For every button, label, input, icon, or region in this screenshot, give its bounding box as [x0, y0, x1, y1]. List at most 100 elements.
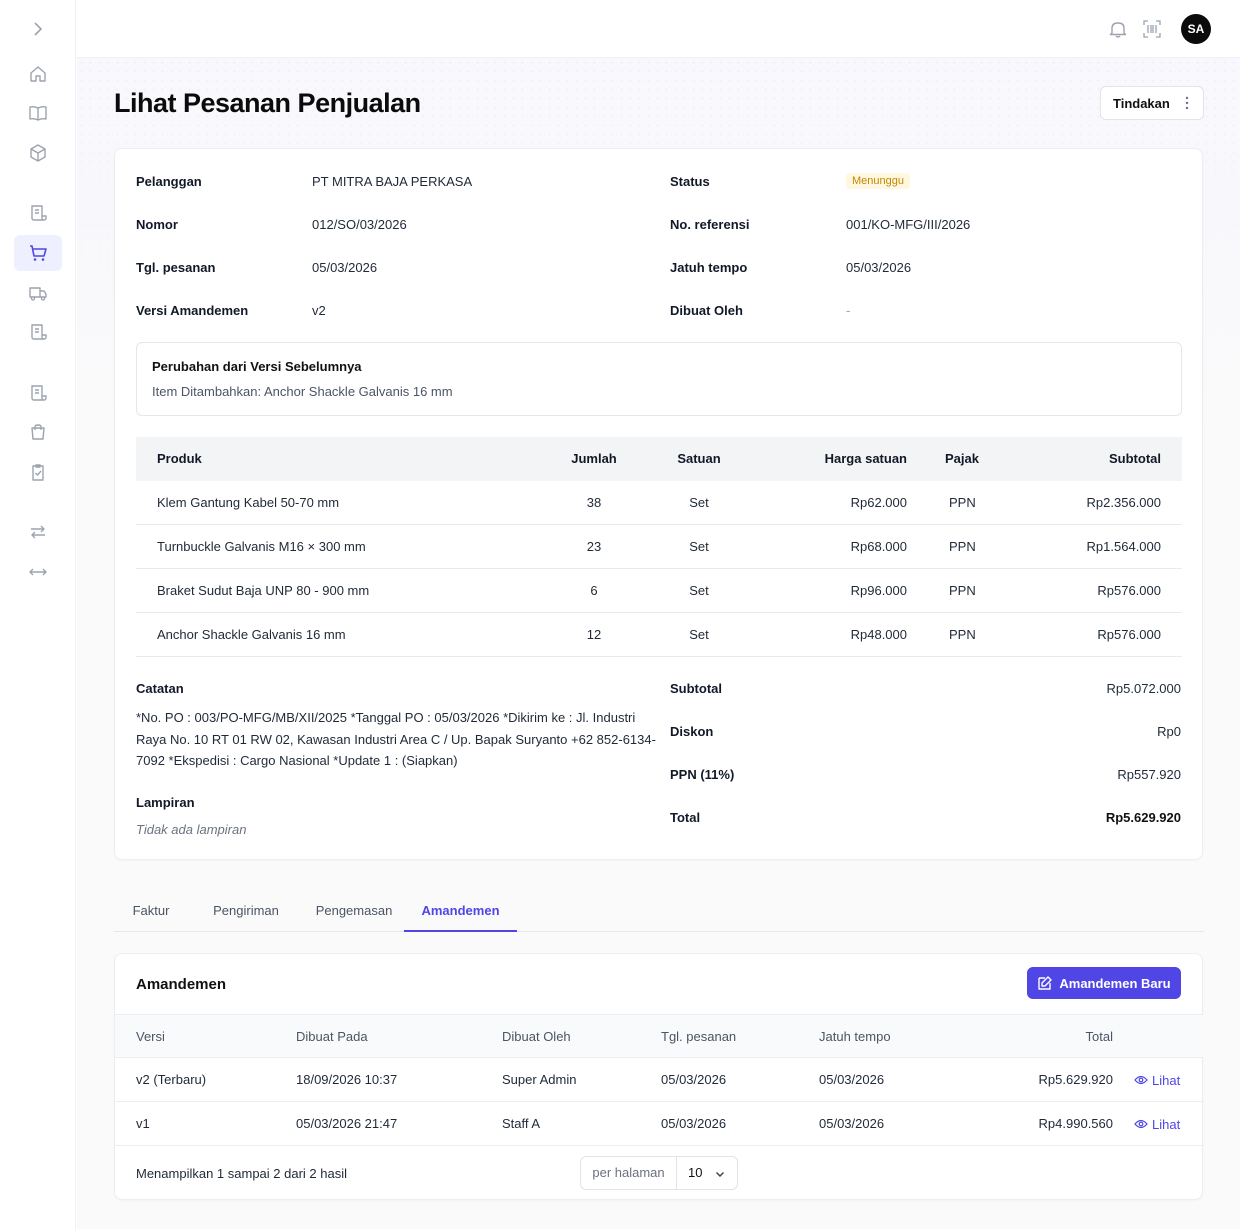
notes-text: *No. PO : 003/PO-MFG/MB/XII/2025 *Tangga…: [136, 710, 656, 768]
sidebar-item-receipt-3[interactable]: [14, 375, 62, 411]
product-qty: 38: [586, 495, 602, 510]
header-created-at: Dibuat Pada: [296, 1029, 368, 1044]
product-qty: 6: [590, 583, 598, 598]
product-tax: PPN: [949, 495, 976, 510]
sidebar-item-arrows[interactable]: [14, 554, 62, 590]
amendment-created-at: 18/09/2026 10:37: [296, 1072, 398, 1087]
product-price: Rp62.000: [850, 495, 907, 510]
status-label: Status: [670, 174, 710, 189]
reference-label: No. referensi: [670, 217, 750, 232]
product-price: Rp68.000: [850, 539, 907, 554]
sidebar-item-receipt-1[interactable]: [14, 195, 62, 231]
product-name: Anchor Shackle Galvanis 16 mm: [157, 627, 346, 642]
amendment-version: v2 (Terbaru): [136, 1072, 207, 1087]
sidebar-item-home[interactable]: [14, 56, 62, 92]
created-by-value: -: [846, 303, 851, 318]
product-subtotal: Rp576.000: [1097, 583, 1161, 598]
receipt-icon: [31, 205, 47, 221]
sidebar-item-receipt-2[interactable]: [14, 314, 62, 350]
amendments-table-header: Versi Dibuat Pada Dibuat Oleh Tgl. pesan…: [115, 1014, 1204, 1058]
created-by-label: Dibuat Oleh: [670, 303, 743, 318]
tab-invoice[interactable]: Faktur: [114, 896, 188, 932]
per-page-label: per halaman: [581, 1157, 677, 1189]
sidebar-item-clipboard[interactable]: [14, 454, 62, 490]
view-link-label: Lihat: [1152, 1116, 1181, 1132]
home-icon: [30, 66, 46, 82]
avatar[interactable]: SA: [1181, 14, 1211, 44]
arrows-horizontal-icon: [29, 568, 47, 576]
amendment-order-date: 05/03/2026: [661, 1116, 727, 1131]
header-tax: Pajak: [945, 451, 979, 466]
order-date-label: Tgl. pesanan: [136, 260, 216, 275]
product-unit: Set: [689, 495, 709, 510]
changes-title: Perubahan dari Versi Sebelumnya: [152, 359, 362, 374]
tab-amendment[interactable]: Amandemen: [404, 896, 517, 932]
product-unit: Set: [689, 539, 709, 554]
sidebar-item-book[interactable]: [14, 95, 62, 131]
header-subtotal: Subtotal: [1109, 451, 1161, 466]
products-table-header: Produk Jumlah Satuan Harga satuan Pajak …: [136, 437, 1182, 481]
summary-total-value: Rp5.629.920: [1105, 810, 1181, 825]
table-row: Braket Sudut Baja UNP 80 - 900 mm 6 Set …: [136, 569, 1182, 613]
book-icon: [29, 105, 47, 121]
bell-icon[interactable]: [1107, 18, 1129, 40]
edit-icon: [1038, 976, 1053, 990]
summary-subtotal-label: Subtotal: [670, 681, 722, 696]
view-link[interactable]: Lihat: [1134, 1058, 1180, 1102]
header-order-date: Tgl. pesanan: [661, 1029, 737, 1044]
version-value: v2: [312, 303, 326, 318]
tab-packing[interactable]: Pengemasan: [302, 896, 406, 932]
transfer-icon: [31, 525, 45, 539]
barcode-scan-icon[interactable]: [1141, 18, 1163, 40]
due-value: 05/03/2026: [846, 260, 912, 275]
products-table: Produk Jumlah Satuan Harga satuan Pajak …: [136, 437, 1182, 657]
order-date-value: 05/03/2026: [312, 260, 378, 275]
table-row: Turnbuckle Galvanis M16 × 300 mm 23 Set …: [136, 525, 1182, 569]
summary-discount-label: Diskon: [670, 724, 714, 739]
header-total: Total: [1085, 1029, 1113, 1044]
header-created-by: Dibuat Oleh: [502, 1029, 571, 1044]
sidebar-item-delivery[interactable]: [14, 275, 62, 311]
sidebar-item-sales[interactable]: [14, 235, 62, 271]
product-name: Klem Gantung Kabel 50-70 mm: [157, 495, 340, 510]
sidebar-item-box[interactable]: [14, 135, 62, 171]
table-row: v1 05/03/2026 21:47 Staff A 05/03/2026 0…: [115, 1102, 1204, 1146]
sidebar-item-transfer[interactable]: [14, 514, 62, 550]
view-link-label: Lihat: [1152, 1072, 1181, 1088]
per-page-select[interactable]: per halaman 10: [580, 1156, 738, 1190]
chevron-right-icon[interactable]: [26, 18, 50, 40]
product-unit: Set: [689, 583, 709, 598]
product-subtotal: Rp1.564.000: [1086, 539, 1161, 554]
box-icon: [30, 144, 46, 162]
amendment-due: 05/03/2026: [819, 1116, 885, 1131]
customer-label: Pelanggan: [136, 174, 202, 189]
pagination-summary: Menampilkan 1 sampai 2 dari 2 hasil: [136, 1166, 347, 1181]
amendments-table: Versi Dibuat Pada Dibuat Oleh Tgl. pesan…: [115, 1014, 1204, 1146]
due-label: Jatuh tempo: [670, 260, 748, 275]
attachment-empty: Tidak ada lampiran: [136, 822, 247, 837]
changes-detail: Item Ditambahkan: Anchor Shackle Galvani…: [152, 384, 453, 399]
product-subtotal: Rp576.000: [1097, 627, 1161, 642]
summary-tax-label: PPN (11%): [670, 767, 735, 782]
product-unit: Set: [689, 627, 709, 642]
new-amendment-button[interactable]: Amandemen Baru: [1027, 967, 1181, 999]
more-vertical-icon: [1185, 96, 1189, 113]
cart-icon: [30, 245, 47, 261]
header-qty: Jumlah: [571, 451, 617, 466]
actions-button[interactable]: Tindakan: [1100, 86, 1204, 120]
bag-icon: [31, 424, 45, 440]
product-qty: 23: [586, 539, 602, 554]
header-product: Produk: [157, 451, 202, 466]
tab-delivery[interactable]: Pengiriman: [200, 896, 292, 932]
summary-tax-value: Rp557.920: [1117, 767, 1181, 782]
summary-subtotal-value: Rp5.072.000: [1106, 681, 1181, 696]
amendment-version: v1: [136, 1116, 150, 1131]
product-tax: PPN: [949, 583, 976, 598]
sidebar-item-bag[interactable]: [14, 414, 62, 450]
table-row: Klem Gantung Kabel 50-70 mm 38 Set Rp62.…: [136, 481, 1182, 525]
changes-box: Perubahan dari Versi Sebelumnya Item Dit…: [136, 342, 1182, 416]
chevron-down-icon: [715, 1167, 725, 1182]
version-label: Versi Amandemen: [136, 303, 249, 318]
view-link[interactable]: Lihat: [1134, 1102, 1180, 1146]
actions-button-label: Tindakan: [1113, 95, 1170, 111]
